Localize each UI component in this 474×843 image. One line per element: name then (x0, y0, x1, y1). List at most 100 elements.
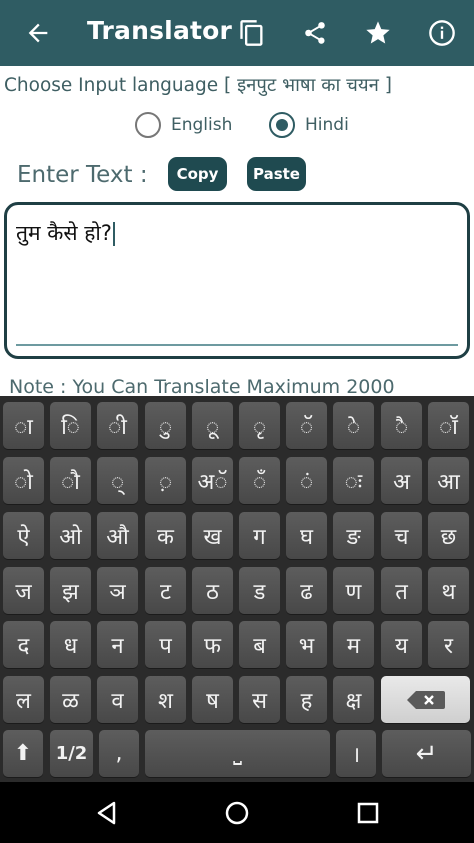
key-r6-c7[interactable]: ह (286, 676, 327, 723)
app-title: Translator (87, 16, 233, 45)
key-shift[interactable]: ⬆ (3, 730, 43, 777)
nav-back-icon (97, 801, 116, 825)
key-r4-c1[interactable]: ज (3, 567, 44, 614)
key-r1-c1[interactable]: ◌ा (3, 402, 44, 449)
key-r2-c6[interactable]: ◌ँ (239, 457, 280, 504)
key-r6-c8[interactable]: क्ष (333, 676, 374, 723)
key-r1-c8[interactable]: ◌े (333, 402, 374, 449)
key-r5-c3[interactable]: न (97, 621, 138, 668)
radio-label-english: English (171, 115, 233, 135)
key-r1-c9[interactable]: ◌ै (381, 402, 422, 449)
key-r3-c3[interactable]: औ (97, 512, 138, 559)
key-danda[interactable]: । (336, 730, 376, 777)
key-r3-c9[interactable]: च (381, 512, 422, 559)
backspace-icon (406, 690, 445, 709)
key-r3-c10[interactable]: छ (428, 512, 469, 559)
key-r4-c6[interactable]: ड (239, 567, 280, 614)
key-r4-c5[interactable]: ठ (192, 567, 233, 614)
key-r4-c10[interactable]: थ (428, 567, 469, 614)
paste-button[interactable]: Paste (247, 157, 306, 191)
radio-hindi[interactable]: Hindi (269, 112, 349, 138)
key-r1-c7[interactable]: ◌ॅ (286, 402, 327, 449)
key-r5-c2[interactable]: ध (50, 621, 91, 668)
key-r3-c6[interactable]: ग (239, 512, 280, 559)
nav-home-icon (225, 801, 249, 825)
note-text: Note : You Can Translate Maximum 2000 (9, 376, 395, 396)
key-r2-c3[interactable]: ◌् (97, 457, 138, 504)
key-r6-c1[interactable]: ल (3, 676, 44, 723)
key-r4-c9[interactable]: त (381, 567, 422, 614)
key-r1-c6[interactable]: ◌ृ (239, 402, 280, 449)
key-r1-c5[interactable]: ◌ू (192, 402, 233, 449)
text-input-underline (16, 344, 458, 346)
key-r2-c10[interactable]: आ (428, 457, 469, 504)
key-enter[interactable]: ↵ (382, 730, 471, 777)
nav-back-button[interactable] (87, 794, 125, 832)
back-button[interactable] (20, 15, 56, 51)
key-r4-c3[interactable]: ञ (97, 567, 138, 614)
key-page-toggle[interactable]: 1/2 (50, 730, 93, 777)
key-comma[interactable]: , (99, 730, 139, 777)
info-action-button[interactable] (424, 15, 460, 51)
input-language-label: Choose Input language [ इनपुट भाषा का चय… (4, 75, 393, 96)
key-r5-c10[interactable]: र (428, 621, 469, 668)
nav-home-button[interactable] (218, 794, 256, 832)
key-r2-c7[interactable]: ◌ं (286, 457, 327, 504)
key-r3-c8[interactable]: ङ (333, 512, 374, 559)
key-r6-c3[interactable]: व (97, 676, 138, 723)
key-r6-c5[interactable]: ष (192, 676, 233, 723)
key-r5-c4[interactable]: प (145, 621, 186, 668)
copy-button[interactable]: Copy (168, 157, 227, 191)
key-space[interactable]: ⎵ (145, 730, 330, 777)
key-r1-c10[interactable]: ◌ॉ (428, 402, 469, 449)
text-input-value-wrap: तुम कैसे हो? (16, 219, 115, 247)
favorite-action-button[interactable] (360, 15, 396, 51)
radio-label-hindi: Hindi (305, 115, 349, 135)
key-r5-c7[interactable]: भ (286, 621, 327, 668)
key-r3-c2[interactable]: ओ (50, 512, 91, 559)
key-r4-c2[interactable]: झ (50, 567, 91, 614)
system-nav-bar (0, 782, 474, 843)
copy-action-button[interactable] (234, 15, 270, 51)
nav-recents-button[interactable] (349, 794, 387, 832)
share-action-button[interactable] (297, 15, 333, 51)
radio-circle-hindi[interactable] (269, 112, 295, 138)
star-icon (366, 21, 390, 44)
key-r4-c7[interactable]: ढ (286, 567, 327, 614)
key-r2-c1[interactable]: ◌ो (3, 457, 44, 504)
app-bar: Translator (0, 0, 474, 66)
key-r1-c3[interactable]: ◌ी (97, 402, 138, 449)
info-icon (429, 20, 455, 46)
key-r1-c2[interactable]: ◌ि (50, 402, 91, 449)
key-r6-c6[interactable]: स (239, 676, 280, 723)
text-input-area[interactable]: तुम कैसे हो? (4, 202, 470, 359)
copy-icon (240, 20, 263, 46)
key-r3-c4[interactable]: क (145, 512, 186, 559)
key-r5-c6[interactable]: ब (239, 621, 280, 668)
key-r2-c9[interactable]: अ (381, 457, 422, 504)
key-r2-c2[interactable]: ◌ौ (50, 457, 91, 504)
key-r6-c2[interactable]: ळ (50, 676, 91, 723)
radio-english[interactable]: English (135, 112, 232, 138)
key-r1-c4[interactable]: ◌ु (145, 402, 186, 449)
text-input-value: तुम कैसे हो? (16, 221, 112, 245)
key-r5-c8[interactable]: म (333, 621, 374, 668)
key-backspace[interactable] (381, 676, 470, 723)
key-r3-c1[interactable]: ऐ (3, 512, 44, 559)
enter-text-label: Enter Text : (17, 162, 148, 188)
key-r2-c4[interactable]: ◌़ (145, 457, 186, 504)
arrow-back-icon (28, 23, 48, 43)
key-r4-c8[interactable]: ण (333, 567, 374, 614)
radio-circle-english[interactable] (135, 112, 161, 138)
hindi-keyboard: ⬆ 1/2 , ⎵ । ↵ ◌ा ◌ि ◌ी ◌ु ◌ू ◌ृ ◌ॅ ◌े ◌ै ◌ॉ ◌ो ◌ौ ◌्… (0, 396, 474, 782)
share-icon (305, 22, 325, 44)
key-r4-c4[interactable]: ट (145, 567, 186, 614)
key-r5-c1[interactable]: द (3, 621, 44, 668)
key-r3-c5[interactable]: ख (192, 512, 233, 559)
key-r2-c8[interactable]: ◌ः (333, 457, 374, 504)
key-r6-c4[interactable]: श (145, 676, 186, 723)
key-r5-c5[interactable]: फ (192, 621, 233, 668)
key-r5-c9[interactable]: य (381, 621, 422, 668)
key-r2-c5[interactable]: अॅ (192, 457, 233, 504)
key-r3-c7[interactable]: घ (286, 512, 327, 559)
